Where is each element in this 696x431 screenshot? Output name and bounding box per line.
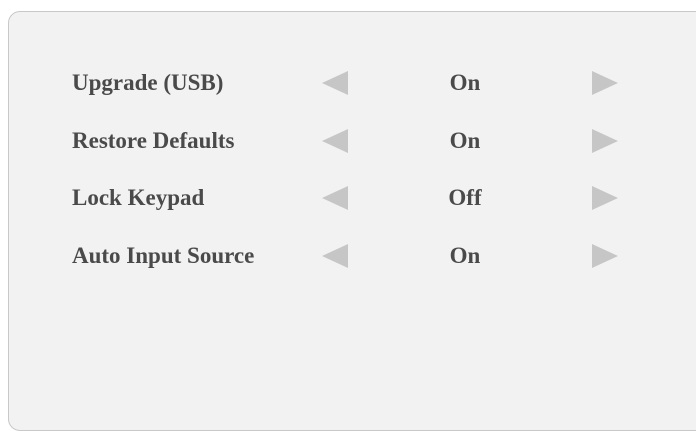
setting-label: Upgrade (USB): [72, 70, 224, 95]
increase-arrow-icon[interactable]: [590, 241, 620, 271]
setting-row-auto-input-source: Auto Input Source On: [0, 236, 696, 276]
setting-row-lock-keypad: Lock Keypad Off: [0, 178, 696, 218]
increase-arrow-icon[interactable]: [590, 126, 620, 156]
setting-label: Lock Keypad: [72, 185, 205, 210]
decrease-arrow-icon[interactable]: [320, 126, 350, 156]
setting-row-restore-defaults: Restore Defaults On: [0, 121, 696, 161]
setting-row-upgrade-usb: Upgrade (USB) On: [0, 63, 696, 103]
setting-value: On: [449, 70, 481, 95]
increase-arrow-icon[interactable]: [590, 68, 620, 98]
increase-arrow-icon[interactable]: [590, 183, 620, 213]
setting-value: On: [449, 243, 481, 268]
setting-label: Auto Input Source: [72, 243, 255, 268]
setting-label: Restore Defaults: [72, 128, 235, 153]
decrease-arrow-icon[interactable]: [320, 68, 350, 98]
setting-value: Off: [448, 185, 482, 210]
decrease-arrow-icon[interactable]: [320, 241, 350, 271]
setting-value: On: [449, 128, 481, 153]
decrease-arrow-icon[interactable]: [320, 183, 350, 213]
